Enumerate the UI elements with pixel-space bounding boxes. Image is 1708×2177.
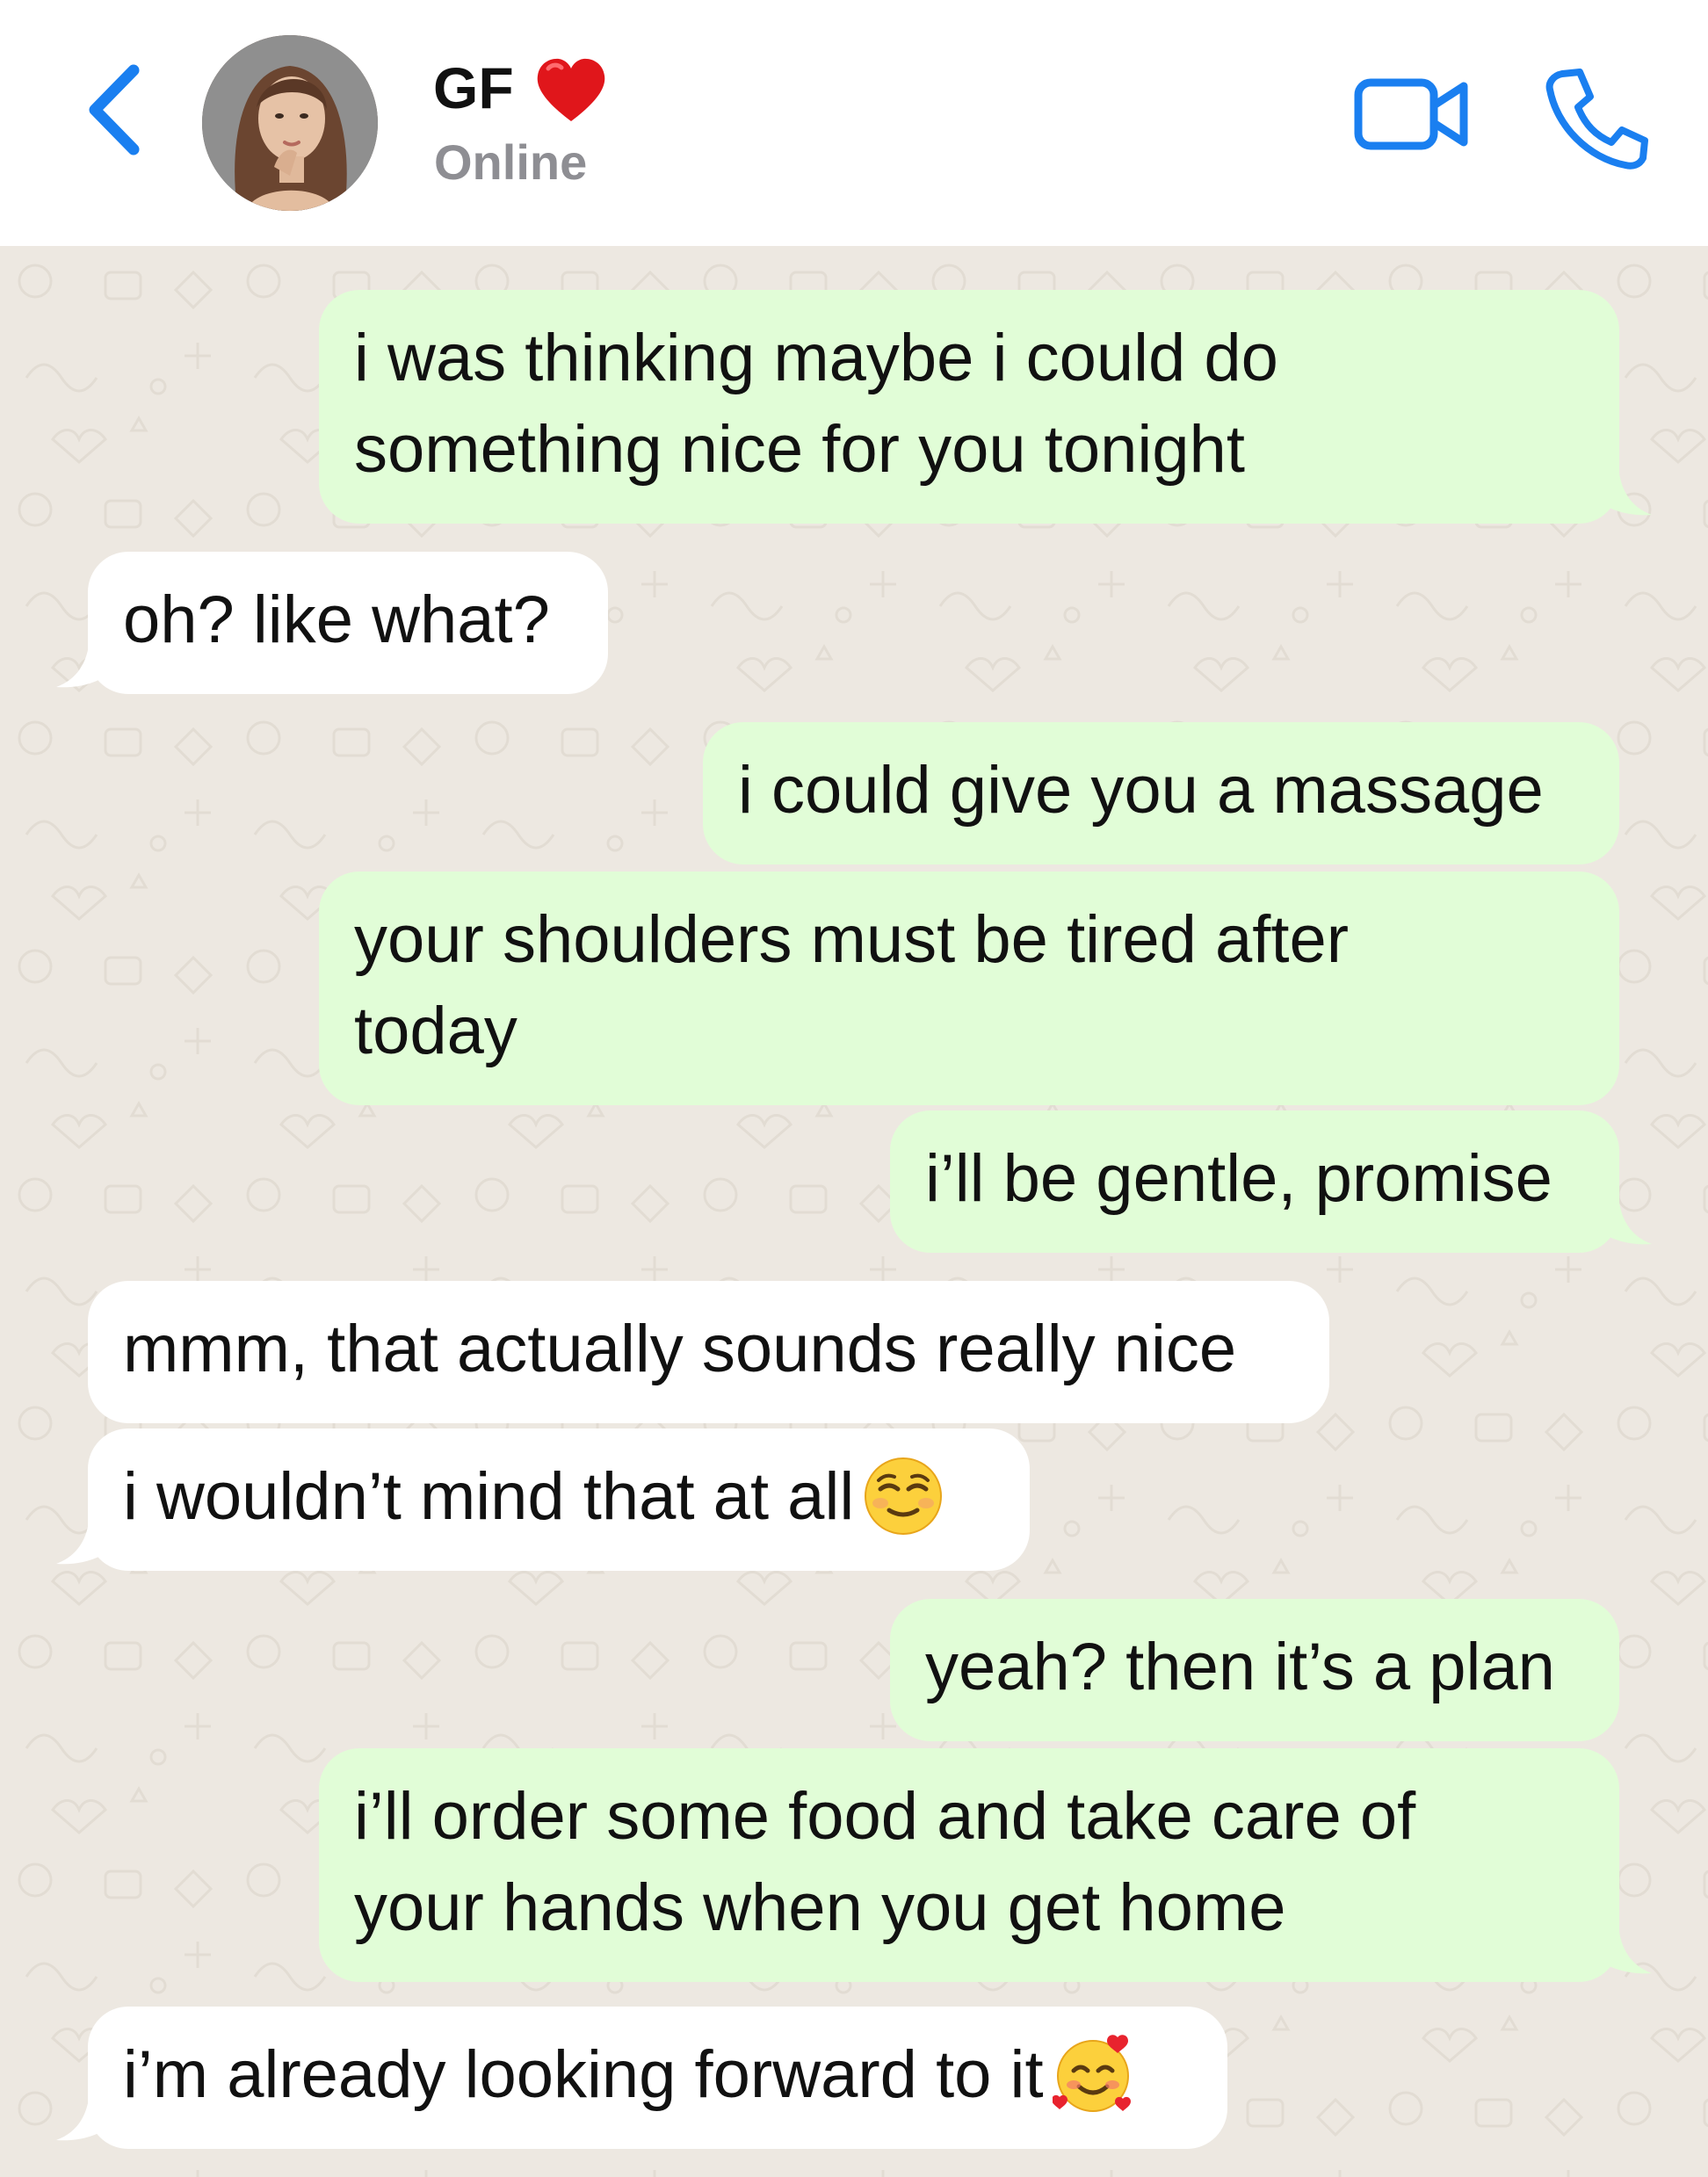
outgoing-message[interactable]: i was thinking maybe i could do somethin…: [319, 290, 1619, 524]
phone-icon: [1545, 69, 1648, 170]
incoming-message[interactable]: mmm, that actually sounds really nice: [88, 1281, 1329, 1423]
incoming-bubble-tail: [56, 638, 116, 688]
outgoing-bubble-tail: [1592, 1924, 1652, 1974]
outgoing-bubble-tail: [1592, 466, 1652, 516]
message-text: mmm, that actually sounds really nice: [123, 1312, 1237, 1386]
message-text: your shoulders must be tired after: [354, 902, 1350, 977]
incoming-message[interactable]: oh? like what?: [88, 552, 608, 694]
message-line: i wouldn’t mind that at all: [123, 1451, 995, 1543]
outgoing-bubble-tail: [1592, 1195, 1652, 1245]
message-text: today: [354, 994, 517, 1068]
message-text: oh? like what?: [123, 582, 550, 657]
incoming-message[interactable]: i wouldn’t mind that at all: [88, 1428, 1030, 1571]
incoming-bubble-tail: [56, 1515, 116, 1565]
message-text: i wouldn’t mind that at all: [123, 1459, 855, 1534]
video-camera-icon: [1354, 78, 1468, 150]
message-text: i’m already looking forward to it: [123, 2037, 1044, 2112]
heart-icon: [537, 58, 605, 121]
avatar[interactable]: [202, 35, 378, 211]
voice-call-button[interactable]: [1545, 67, 1648, 170]
incoming-message[interactable]: i’m already looking forward to it: [88, 2007, 1227, 2149]
message-text: yeah? then it’s a plan: [925, 1630, 1555, 1704]
message-text: something nice for you tonight: [354, 412, 1245, 487]
smiling-face-with-hearts-icon: [1052, 2035, 1131, 2112]
back-button[interactable]: [79, 61, 149, 158]
outgoing-message[interactable]: i could give you a massage: [703, 722, 1619, 864]
video-call-button[interactable]: [1353, 72, 1472, 156]
outgoing-message[interactable]: your shoulders must be tired after today: [319, 872, 1619, 1105]
contact-name: GF: [433, 55, 514, 120]
message-text: i’ll be gentle, promise: [925, 1141, 1552, 1216]
message-line: i’m already looking forward to it: [123, 2029, 1192, 2121]
message-text: i could give you a massage: [738, 753, 1544, 828]
outgoing-message[interactable]: i’ll be gentle, promise: [890, 1110, 1619, 1253]
incoming-bubble-tail: [56, 2091, 116, 2141]
message-text: i was thinking maybe i could do: [354, 321, 1278, 395]
contact-photo: [202, 35, 378, 211]
message-list[interactable]: i was thinking maybe i could do somethin…: [0, 246, 1708, 2177]
message-text: i’ll order some food and take care of: [354, 1779, 1416, 1854]
relieved-face-icon: [865, 1457, 943, 1535]
message-text: your hands when you get home: [354, 1870, 1286, 1945]
chat-header: GF Online: [0, 0, 1708, 246]
outgoing-message[interactable]: i’ll order some food and take care of yo…: [319, 1748, 1619, 1982]
chevron-left-icon: [89, 64, 140, 156]
contact-status: Online: [434, 134, 588, 190]
outgoing-message[interactable]: yeah? then it’s a plan: [890, 1599, 1619, 1741]
